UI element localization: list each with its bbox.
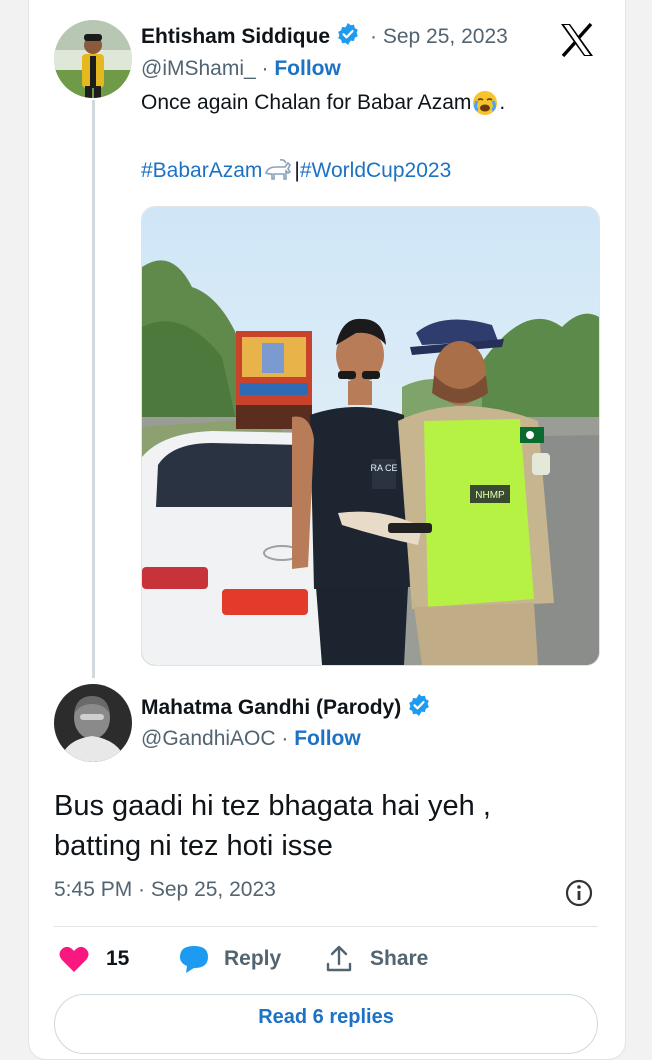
read-replies-button[interactable]: Read 6 replies <box>54 994 598 1054</box>
info-icon[interactable] <box>564 878 594 908</box>
like-count: 15 <box>106 947 130 970</box>
x-logo-icon[interactable] <box>558 22 596 58</box>
verified-badge-icon <box>336 22 360 51</box>
tweet-text: Once again Chalan for Babar Azam <box>141 91 472 114</box>
avatar-ehtisham[interactable] <box>54 20 132 98</box>
avatar-gandhi[interactable] <box>54 684 132 762</box>
goat-emoji-icon <box>262 157 294 185</box>
verified-badge-icon <box>407 693 431 722</box>
tweet-photo[interactable]: RA CE NHMP <box>141 206 600 666</box>
vest-text: NHMP <box>475 490 505 501</box>
share-icon <box>324 944 354 974</box>
like-button[interactable]: 15 <box>58 944 129 974</box>
divider <box>54 926 598 927</box>
tweet-text-end: . <box>499 91 506 114</box>
author-handle[interactable]: @iMShami_ <box>141 57 256 80</box>
crying-emoji-icon <box>471 89 499 117</box>
reply-label: Reply <box>224 947 282 970</box>
share-button[interactable]: Share <box>324 944 428 974</box>
author-name[interactable]: Ehtisham Siddique <box>141 25 330 49</box>
reply-button[interactable]: Reply <box>178 944 281 974</box>
jersey-text: RA CE <box>370 463 397 473</box>
tweet-date[interactable]: · Sep 25, 2023 <box>370 25 508 49</box>
heart-icon <box>58 944 90 974</box>
thread-line <box>92 100 95 678</box>
reply-author-name[interactable]: Mahatma Gandhi (Parody) <box>141 696 401 720</box>
reply-text-line1: Bus gaadi hi tez bhagata hai yeh , <box>54 790 491 822</box>
follow-button[interactable]: Follow <box>294 727 361 750</box>
reply-timestamp[interactable]: 5:45 PM · Sep 25, 2023 <box>54 878 276 902</box>
hashtag-babarazam[interactable]: #BabarAzam <box>141 159 262 183</box>
reply-text-line2: batting ni tez hoti isse <box>54 830 333 862</box>
reply-bubble-icon <box>178 944 210 974</box>
dot-separator: · <box>255 57 275 80</box>
hashtag-worldcup2023[interactable]: #WorldCup2023 <box>300 159 451 183</box>
dot-separator: · <box>275 727 295 750</box>
reply-author-handle[interactable]: @GandhiAOC <box>141 727 276 750</box>
share-label: Share <box>370 947 429 970</box>
follow-button[interactable]: Follow <box>274 57 341 80</box>
